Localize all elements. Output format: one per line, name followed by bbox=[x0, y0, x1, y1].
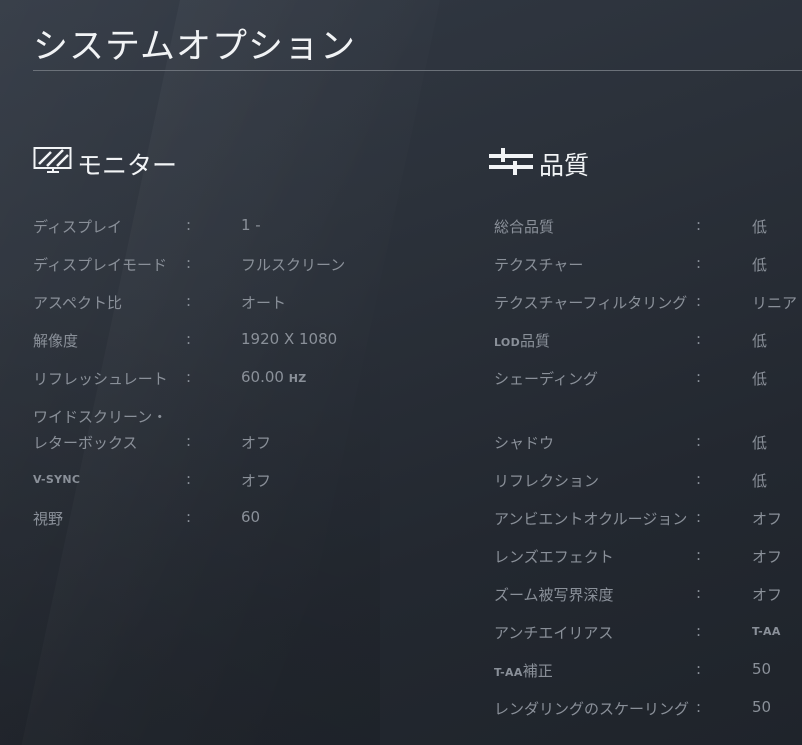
setting-value: リニア bbox=[752, 294, 798, 312]
setting-value: 低 bbox=[752, 472, 768, 490]
setting-label: シェーディング bbox=[494, 370, 598, 388]
colon-separator: : bbox=[696, 292, 702, 310]
colon-separator: : bbox=[186, 470, 192, 488]
setting-label: LOD品質 bbox=[494, 330, 550, 351]
setting-label: アスペクト比 bbox=[33, 294, 122, 312]
monitor-icon bbox=[33, 143, 73, 185]
setting-label: T-AA補正 bbox=[494, 660, 553, 681]
setting-label-line1: ワイドスクリーン・ bbox=[33, 408, 168, 426]
colon-separator: : bbox=[696, 584, 702, 602]
setting-value: 1 - bbox=[241, 216, 261, 234]
setting-value: 1920 X 1080 bbox=[241, 330, 338, 348]
colon-separator: : bbox=[186, 508, 192, 526]
monitor-section-title: モニター bbox=[77, 151, 178, 180]
colon-separator: : bbox=[696, 508, 702, 526]
setting-value: 50 bbox=[752, 660, 772, 678]
sliders-icon bbox=[489, 143, 535, 185]
setting-value: オフ bbox=[752, 510, 783, 528]
colon-separator: : bbox=[696, 432, 702, 450]
setting-label: リフレクション bbox=[494, 472, 600, 490]
colon-separator: : bbox=[696, 368, 702, 386]
quality-section-title: 品質 bbox=[539, 151, 590, 180]
colon-separator: : bbox=[696, 698, 702, 716]
setting-label: ワイドスクリーン・ レターボックス bbox=[33, 404, 167, 456]
setting-value: 60.00 HZ bbox=[241, 368, 307, 386]
colon-separator: : bbox=[186, 254, 192, 272]
taa-suffix: 補正 bbox=[522, 662, 553, 680]
colon-separator: : bbox=[696, 546, 702, 564]
colon-separator: : bbox=[186, 216, 192, 234]
setting-label: 解像度 bbox=[33, 332, 79, 350]
taa-prefix: T-AA bbox=[494, 666, 523, 679]
setting-value: オフ bbox=[752, 548, 783, 566]
setting-value: 低 bbox=[752, 218, 768, 236]
colon-separator: : bbox=[186, 330, 192, 348]
title-divider bbox=[33, 70, 802, 71]
setting-value: 低 bbox=[752, 332, 768, 350]
setting-label: 総合品質 bbox=[494, 218, 555, 236]
setting-label-line2: レターボックス bbox=[33, 434, 138, 452]
colon-separator: : bbox=[696, 330, 702, 348]
setting-label: V-SYNC bbox=[33, 473, 81, 486]
page-title: システムオプション bbox=[33, 27, 356, 67]
setting-label: アンビエントオクルージョン bbox=[494, 510, 688, 528]
colon-separator: : bbox=[186, 368, 192, 386]
setting-value: 50 bbox=[752, 698, 772, 716]
setting-label: テクスチャー bbox=[494, 256, 584, 274]
setting-value: 60 bbox=[241, 508, 261, 526]
lod-suffix: 品質 bbox=[520, 332, 551, 350]
setting-value: オート bbox=[241, 294, 287, 312]
colon-separator: : bbox=[696, 216, 702, 234]
setting-label: リフレッシュレート bbox=[33, 370, 168, 388]
refresh-rate-unit: HZ bbox=[288, 372, 307, 385]
setting-label: テクスチャーフィルタリング bbox=[494, 294, 688, 312]
setting-value: 低 bbox=[752, 256, 768, 274]
setting-label: シャドウ bbox=[494, 434, 555, 452]
monitor-section-header: モニター bbox=[33, 143, 177, 185]
setting-label: 視野 bbox=[33, 510, 64, 528]
setting-value: オフ bbox=[752, 586, 783, 604]
setting-label: アンチエイリアス bbox=[494, 624, 614, 642]
setting-label: ディスプレイモード bbox=[33, 256, 167, 274]
setting-value: オフ bbox=[241, 472, 272, 490]
setting-value: 低 bbox=[752, 434, 768, 452]
lod-prefix: LOD bbox=[494, 336, 520, 349]
setting-value: フルスクリーン bbox=[241, 256, 346, 274]
refresh-rate-number: 60.00 bbox=[241, 368, 284, 386]
setting-value: T-AA bbox=[752, 625, 781, 638]
colon-separator: : bbox=[696, 660, 702, 678]
setting-label: ズーム被写界深度 bbox=[494, 586, 614, 604]
quality-section-header: 品質 bbox=[489, 143, 589, 185]
setting-value: オフ bbox=[241, 434, 272, 452]
colon-separator: : bbox=[696, 470, 702, 488]
colon-separator: : bbox=[696, 622, 702, 640]
setting-label: レンダリングのスケーリング bbox=[494, 700, 690, 718]
setting-value: 低 bbox=[752, 370, 768, 388]
setting-label: レンズエフェクト bbox=[494, 548, 614, 566]
colon-separator: : bbox=[186, 292, 192, 310]
setting-label: ディスプレイ bbox=[33, 218, 122, 236]
colon-separator: : bbox=[696, 254, 702, 272]
colon-separator: : bbox=[186, 432, 192, 450]
